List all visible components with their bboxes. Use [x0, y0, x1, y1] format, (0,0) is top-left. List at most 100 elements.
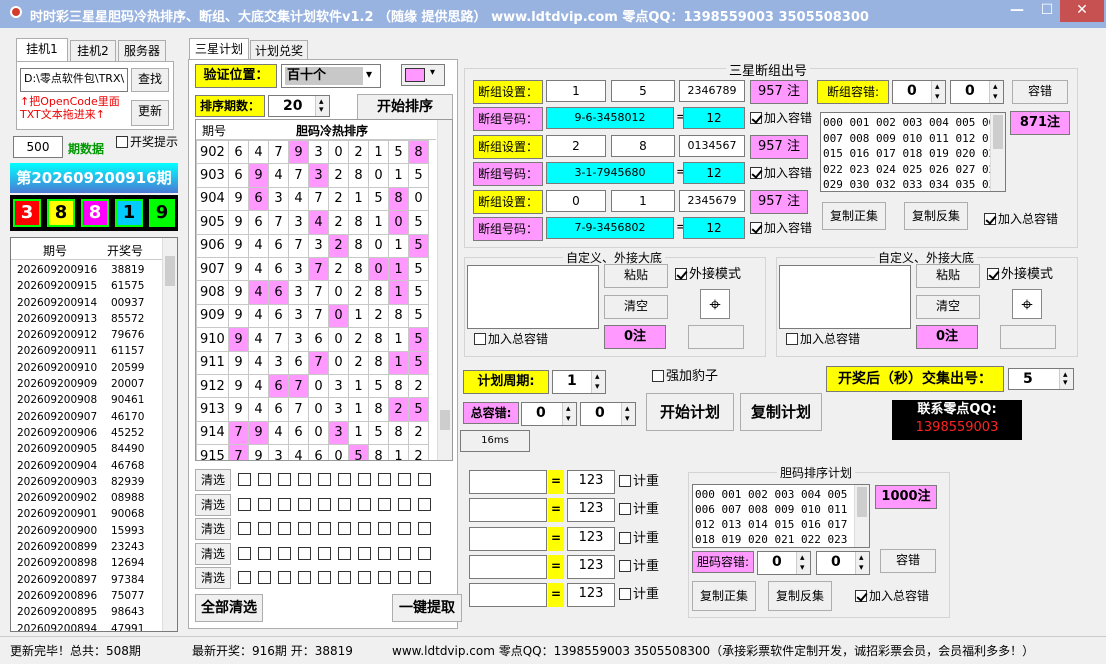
tab-guaji2[interactable]: 挂机2 [70, 40, 116, 62]
digit-checkbox[interactable] [278, 497, 291, 511]
duanzu-set-a[interactable]: 0 [546, 190, 606, 212]
list-item[interactable]: 202609200895 98643 [11, 604, 163, 620]
clear-select-button[interactable]: 清选 [195, 567, 231, 589]
sort-periods-spinner[interactable]: 20 [268, 92, 330, 120]
digit-checkbox[interactable] [298, 473, 311, 486]
digit-checkbox[interactable] [358, 497, 371, 511]
digit-checkbox[interactable] [318, 473, 331, 486]
clear-select-button[interactable]: 清选 [195, 542, 231, 565]
digit-checkbox[interactable] [278, 546, 291, 560]
digit-checkbox[interactable] [338, 546, 351, 560]
digit-checkbox[interactable] [418, 497, 431, 511]
open-prompt-checkbox[interactable]: 开奖提示 [116, 135, 178, 149]
external-mode-checkbox-2[interactable]: 外接模式 [987, 268, 1053, 282]
list-item[interactable]: 202609200899 23243 [11, 539, 163, 555]
list-item[interactable]: 202609200908 90461 [11, 392, 163, 408]
duanzu-copy-negative[interactable]: 复制反集 [904, 202, 968, 230]
recount-checkbox[interactable]: 计重 [619, 559, 659, 574]
list-item[interactable]: 202609200901 90068 [11, 506, 163, 522]
duanzu-add-tolerance-checkbox[interactable]: 加入容错 [750, 111, 812, 125]
digit-checkbox[interactable] [238, 571, 251, 584]
duanzu-set-b[interactable]: 1 [611, 190, 675, 212]
danma-tol-b[interactable]: 0 [816, 548, 870, 578]
duanzu-result-list[interactable]: 000 001 002 003 004 005 006 007 008 009 0… [820, 112, 1006, 192]
digit-checkbox[interactable] [398, 497, 411, 511]
duanzu-add-tolerance-checkbox[interactable]: 加入容错 [750, 166, 812, 180]
code-value[interactable]: 123 [567, 526, 615, 551]
duanzu-add-total-checkbox[interactable]: 加入总容错 [984, 212, 1058, 226]
list-item[interactable]: 202609200906 45252 [11, 425, 163, 441]
code-input[interactable] [469, 526, 547, 551]
digit-checkbox[interactable] [338, 473, 351, 486]
path-input[interactable]: D:\零点软件包\TRX\ [20, 68, 128, 92]
recount-checkbox[interactable]: 计重 [619, 475, 659, 489]
digit-checkbox[interactable] [298, 546, 311, 560]
digit-checkbox[interactable] [298, 522, 311, 535]
list-item[interactable]: 202609200916 38819 [11, 262, 163, 278]
digit-checkbox[interactable] [418, 522, 431, 535]
clear-select-button[interactable]: 清选 [195, 518, 231, 540]
duanzu-set-c[interactable]: 2346789 [679, 80, 745, 102]
code-value[interactable]: 123 [567, 554, 615, 579]
digit-checkbox[interactable] [298, 497, 311, 511]
list-item[interactable]: 202609200897 97384 [11, 572, 163, 588]
duanzu-tolerance-button[interactable]: 容错 [1012, 80, 1068, 104]
digit-checkbox[interactable] [278, 571, 291, 584]
start-sort-button[interactable]: 开始排序 [357, 94, 453, 120]
recount-checkbox[interactable]: 计重 [619, 503, 659, 517]
extract-button[interactable]: 一键提取 [392, 594, 462, 622]
danma-tol-a[interactable]: 0 [757, 548, 811, 578]
digit-checkbox[interactable] [318, 546, 331, 560]
history-scrollbar[interactable] [162, 238, 177, 631]
copy-plan-button[interactable]: 复制计划 [740, 393, 822, 431]
list-item[interactable]: 202609200907 46170 [11, 409, 163, 425]
digit-checkbox[interactable] [378, 473, 391, 486]
danma-result-list[interactable]: 000 001 002 003 004 005 006 007 008 009 0… [692, 484, 870, 548]
list-item[interactable]: 202609200913 85572 [11, 311, 163, 327]
tab-redeem[interactable]: 计划兑奖 [250, 40, 308, 60]
custom-blank-button-2[interactable] [1000, 325, 1056, 349]
list-item[interactable]: 202609200912 79676 [11, 327, 163, 343]
start-plan-button[interactable]: 开始计划 [646, 393, 734, 431]
tab-server[interactable]: 服务器 [118, 40, 166, 62]
danma-tolerance-button[interactable]: 容错 [880, 549, 936, 573]
digit-checkbox[interactable] [338, 497, 351, 511]
list-item[interactable]: 202609200915 61575 [11, 278, 163, 294]
digit-checkbox[interactable] [238, 522, 251, 535]
code-input[interactable] [469, 470, 547, 494]
list-item[interactable]: 202609200914 00937 [11, 295, 163, 311]
danma-copy-positive[interactable]: 复制正集 [692, 581, 756, 611]
list-item[interactable]: 202609200910 20599 [11, 360, 163, 376]
digit-checkbox[interactable] [418, 546, 431, 560]
digit-checkbox[interactable] [278, 522, 291, 535]
crosshair-icon[interactable]: ⌖ [1012, 289, 1042, 319]
external-mode-checkbox-1[interactable]: 外接模式 [675, 268, 741, 282]
digit-checkbox[interactable] [338, 571, 351, 584]
list-item[interactable]: 202609200902 08988 [11, 490, 163, 506]
custom-add-total-2[interactable]: 加入总容错 [786, 332, 860, 346]
digit-checkbox[interactable] [298, 571, 311, 584]
code-value[interactable]: 123 [567, 498, 615, 523]
duanzu-add-tolerance-checkbox[interactable]: 加入容错 [750, 221, 812, 235]
minimize-button[interactable]: — [1000, 0, 1034, 22]
list-item[interactable]: 202609200898 12694 [11, 555, 163, 571]
after-open-spinner[interactable]: 5 [1008, 365, 1074, 393]
update-button[interactable]: 更新 [131, 100, 169, 126]
list-item[interactable]: 202609200905 84490 [11, 441, 163, 457]
digit-checkbox[interactable] [358, 473, 371, 486]
duanzu-set-a[interactable]: 1 [546, 80, 606, 102]
duanzu-tol-a[interactable]: 0 [892, 77, 946, 107]
tab-guaji1[interactable]: 挂机1 [16, 38, 68, 62]
clear-all-button[interactable]: 全部清选 [195, 594, 263, 622]
digit-checkbox[interactable] [258, 497, 271, 511]
list-item[interactable]: 202609200900 15993 [11, 523, 163, 539]
list-item[interactable]: 202609200911 61157 [11, 343, 163, 359]
digit-checkbox[interactable] [338, 522, 351, 535]
custom-paste-1[interactable]: 粘贴 [604, 264, 668, 288]
danma-copy-negative[interactable]: 复制反集 [768, 581, 832, 611]
crosshair-icon[interactable]: ⌖ [700, 289, 730, 319]
code-input[interactable] [469, 554, 547, 579]
duanzu-set-c[interactable]: 0134567 [679, 135, 745, 157]
digit-checkbox[interactable] [238, 546, 251, 560]
digit-checkbox[interactable] [358, 522, 371, 535]
